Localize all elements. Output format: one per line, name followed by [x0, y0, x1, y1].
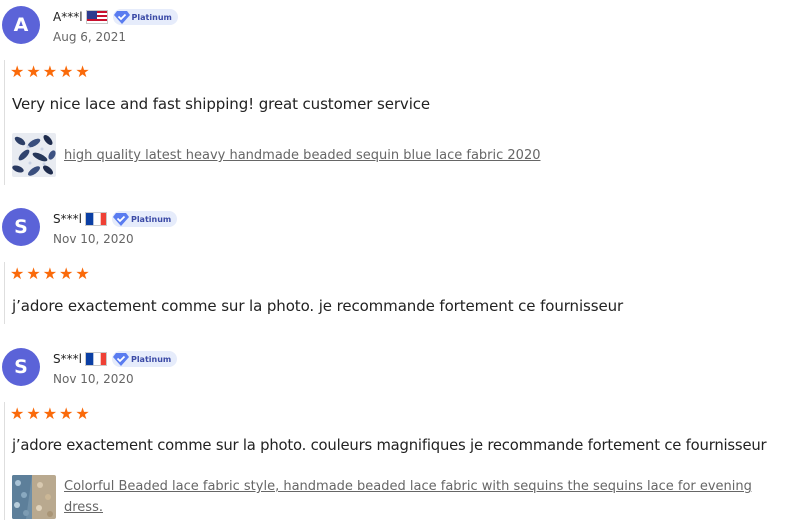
rating-stars: ★ ★ ★ ★ ★ — [10, 266, 90, 282]
product-thumbnail[interactable] — [12, 475, 56, 519]
diamond-icon — [113, 11, 130, 24]
reviewer-info: A***l Platinum — [53, 8, 178, 26]
platinum-badge: Platinum — [112, 9, 178, 25]
diamond-icon — [112, 213, 129, 226]
star-icon: ★ — [59, 404, 74, 423]
reviewer-name: A***l — [53, 10, 83, 24]
review-header: A A***l Platinum Aug 6, 2021 — [0, 0, 300, 46]
reviewer-info: S***l Platinum — [53, 350, 178, 368]
platinum-badge: Platinum — [111, 351, 178, 367]
badge-label: Platinum — [130, 354, 172, 364]
star-icon: ★ — [59, 264, 74, 283]
product-link[interactable]: high quality latest heavy handmade beade… — [64, 145, 541, 166]
product-thumbnail[interactable] — [12, 133, 56, 177]
star-icon: ★ — [26, 264, 41, 283]
review-text: j’adore exactement comme sur la photo. j… — [12, 297, 624, 315]
rating-stars: ★ ★ ★ ★ ★ — [10, 406, 90, 422]
product-link-row[interactable]: Colorful Beaded lace fabric style, handm… — [12, 475, 782, 519]
star-icon: ★ — [59, 62, 74, 81]
star-icon: ★ — [75, 264, 90, 283]
rating-stars: ★ ★ ★ ★ ★ — [10, 64, 90, 80]
review-date: Nov 10, 2020 — [53, 372, 134, 386]
review-header: S S***l Platinum Nov 10, 2020 — [0, 202, 300, 248]
star-icon: ★ — [10, 62, 25, 81]
product-link-row[interactable]: high quality latest heavy handmade beade… — [12, 133, 772, 177]
review-date: Nov 10, 2020 — [53, 232, 134, 246]
fr-flag-icon — [84, 212, 107, 226]
review-item: S S***l Platinum Nov 10, 2020 ★ ★ ★ ★ ★ … — [0, 202, 792, 342]
fr-flag-icon — [84, 352, 107, 366]
product-link[interactable]: Colorful Beaded lace fabric style, handm… — [64, 476, 774, 518]
star-icon: ★ — [42, 404, 58, 423]
review-header: S S***l Platinum Nov 10, 2020 — [0, 342, 300, 388]
review-text: Very nice lace and fast shipping! great … — [12, 95, 431, 113]
review-divider — [4, 402, 5, 520]
avatar: S — [2, 348, 40, 386]
review-item: A A***l Platinum Aug 6, 2021 ★ ★ ★ ★ ★ V… — [0, 0, 792, 200]
review-text: j’adore exactement comme sur la photo. c… — [12, 437, 767, 454]
review-divider — [4, 262, 5, 324]
star-icon: ★ — [26, 62, 41, 81]
star-icon: ★ — [75, 404, 90, 423]
star-icon: ★ — [75, 62, 90, 81]
star-icon: ★ — [42, 62, 58, 81]
reviewer-name: S***l — [53, 352, 82, 366]
avatar: S — [2, 208, 40, 246]
star-icon: ★ — [42, 264, 58, 283]
reviewer-info: S***l Platinum — [53, 210, 178, 228]
review-item: S S***l Platinum Nov 10, 2020 ★ ★ ★ ★ ★ … — [0, 342, 792, 520]
review-divider — [4, 60, 5, 185]
star-icon: ★ — [10, 264, 25, 283]
star-icon: ★ — [26, 404, 41, 423]
badge-label: Platinum — [131, 12, 172, 22]
star-icon: ★ — [10, 404, 25, 423]
avatar: A — [2, 6, 40, 44]
review-date: Aug 6, 2021 — [53, 30, 127, 44]
us-flag-icon — [85, 10, 108, 24]
platinum-badge: Platinum — [111, 211, 178, 227]
diamond-icon — [112, 353, 129, 366]
badge-label: Platinum — [130, 214, 172, 224]
reviewer-name: S***l — [53, 212, 82, 226]
